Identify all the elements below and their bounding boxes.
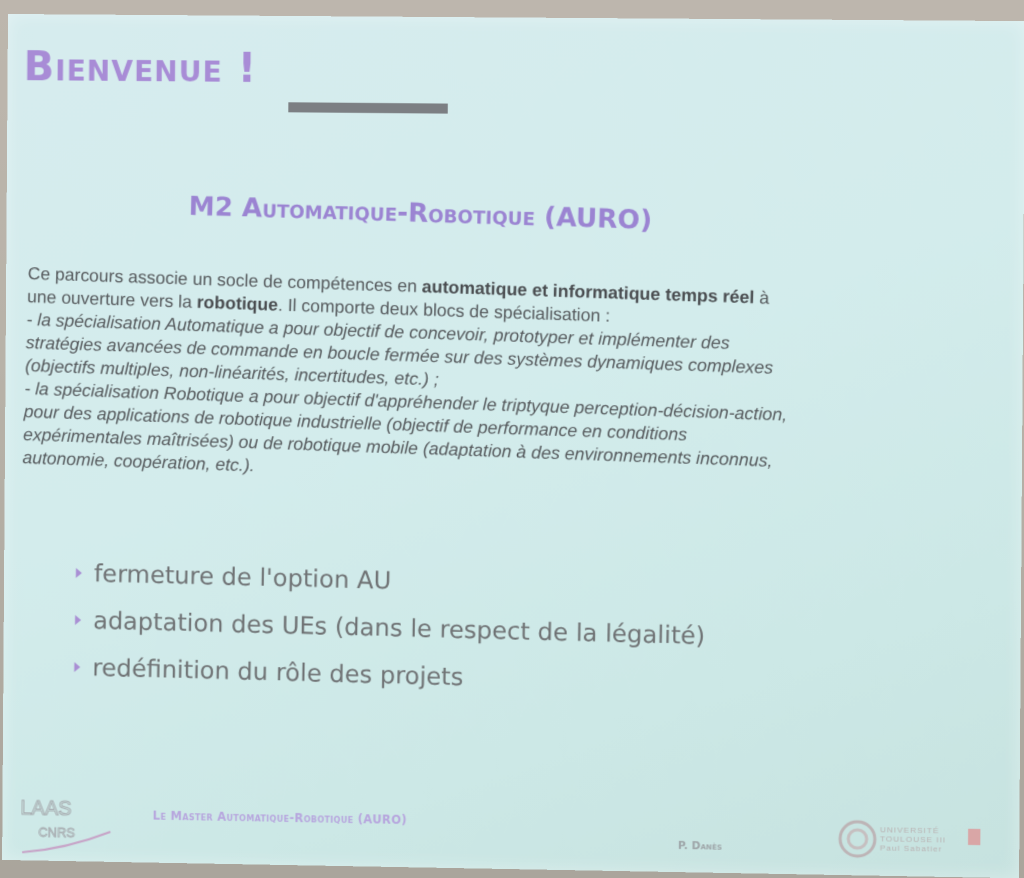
university-name: UNIVERSITÉ TOULOUSE III Paul Sabatier bbox=[880, 825, 946, 853]
bullet-list: fermeture de l'option AU adaptation des … bbox=[74, 549, 707, 707]
bullet-text: redéfinition du rôle des projets bbox=[92, 653, 464, 691]
bullet-arrow-icon bbox=[75, 615, 81, 625]
university-red-square bbox=[968, 829, 980, 845]
univ-line-3: Paul Sabatier bbox=[880, 843, 946, 853]
slide-title: Bienvenue ! bbox=[23, 44, 257, 92]
university-seal-icon bbox=[837, 818, 878, 859]
university-logo: UNIVERSITÉ TOULOUSE III Paul Sabatier bbox=[837, 818, 991, 867]
presentation-slide: Bienvenue ! M2 Automatique-Robotique (AU… bbox=[2, 14, 1024, 878]
logo-laas-text: LAAS bbox=[20, 797, 71, 820]
title-underline-bar bbox=[288, 102, 448, 113]
description-paragraph: Ce parcours associe un socle de compéten… bbox=[22, 262, 1006, 504]
laas-cnrs-logo: LAAS CNRS bbox=[16, 790, 117, 862]
bullet-arrow-icon bbox=[76, 567, 82, 577]
footer-title: Le Master Automatique-Robotique (AURO) bbox=[153, 809, 407, 827]
slide-subtitle: M2 Automatique-Robotique (AURO) bbox=[188, 192, 837, 242]
bullet-text: fermeture de l'option AU bbox=[94, 559, 392, 594]
bullet-arrow-icon bbox=[74, 662, 80, 672]
footer-author: P. Danès bbox=[678, 840, 722, 853]
logo-cnrs-text: CNRS bbox=[38, 825, 75, 841]
bullet-text: adaptation des UEs (dans le respect de l… bbox=[93, 606, 706, 650]
